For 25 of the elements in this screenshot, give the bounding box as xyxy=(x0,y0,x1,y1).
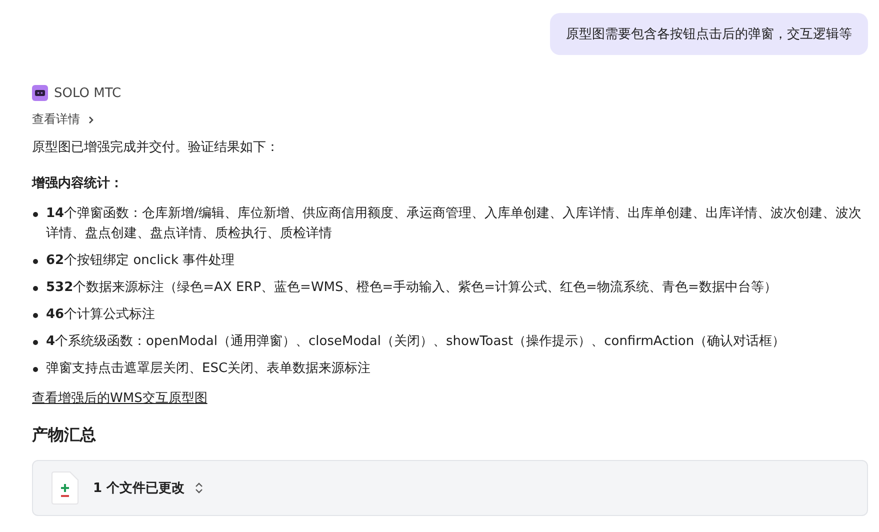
files-changed-text: 1 个文件已更改 xyxy=(93,480,185,497)
bullet-icon xyxy=(33,286,38,291)
artifacts-heading: 产物汇总 xyxy=(32,425,97,446)
bullet-text: 4个系统级函数：openModal（通用弹窗）、closeModal（关闭）、showToast（操作提示）、confirmAction（确认对话框） xyxy=(46,333,786,351)
bullet-icon xyxy=(33,340,38,345)
user-message: 原型图需要包含各按钮点击后的弹窗，交互逻辑等 xyxy=(550,13,868,55)
bullet-text: 46个计算公式标注 xyxy=(46,306,156,324)
robot-icon xyxy=(32,85,48,101)
bullet-icon xyxy=(33,313,38,318)
files-changed-card[interactable]: 1 个文件已更改 xyxy=(32,460,868,516)
file-diff-icon xyxy=(51,471,79,505)
bullet-icon xyxy=(33,367,38,372)
prototype-link[interactable]: 查看增强后的WMS交互原型图 xyxy=(32,389,868,407)
details-link[interactable]: 查看详情 xyxy=(32,111,868,128)
bullet-icon xyxy=(33,259,38,264)
bullet-text: 14个弹窗函数：仓库新增/编辑、库位新增、供应商信用额度、承运商管理、入库单创建、入库详情、出库单创建、出库详情、波次创建、波次详情、盘点创建、盘点详情、质检执行、质检详情 xyxy=(46,205,862,243)
bullet-text: 532个数据来源标注（绿色=AX ERP、蓝色=WMS、橙色=手动输入、紫色=计算公式、红色=物流系统、青色=数据中台等） xyxy=(46,279,777,297)
bullet-icon xyxy=(33,212,38,217)
chevron-right-icon xyxy=(86,114,96,124)
bullet-text: 62个按钮绑定 onclick 事件处理 xyxy=(46,252,235,270)
intro-text: 原型图已增强完成并交付。验证结果如下： xyxy=(32,139,280,156)
assistant-name: SOLO MTC xyxy=(54,86,122,100)
expand-icon xyxy=(194,482,203,494)
stats-heading: 增强内容统计： xyxy=(32,174,124,192)
bullet-text: 弹窗支持点击遮罩层关闭、ESC关闭、表单数据来源标注 xyxy=(46,360,371,378)
